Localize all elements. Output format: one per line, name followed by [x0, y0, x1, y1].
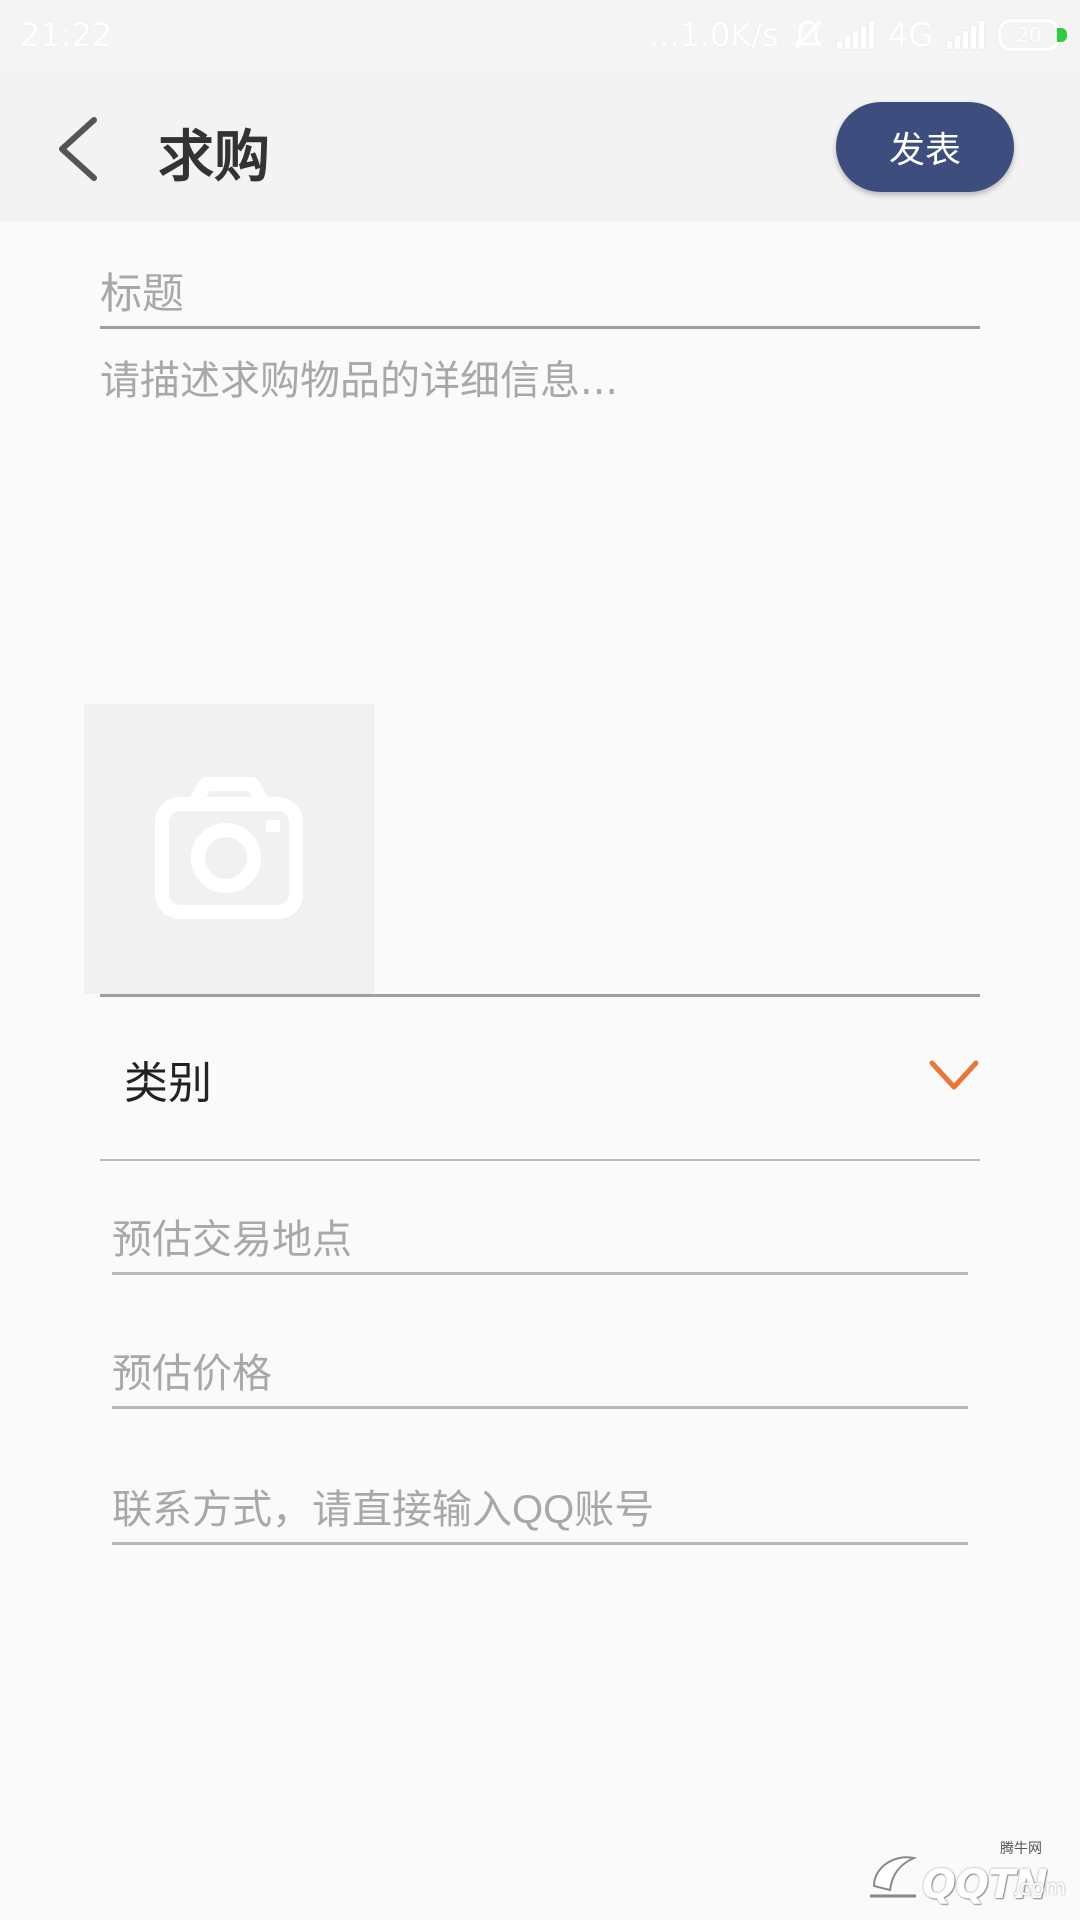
battery-icon: 20 [998, 19, 1067, 51]
battery-level: 20 [1016, 23, 1042, 47]
location-input[interactable] [112, 1208, 968, 1275]
page-title: 求购 [158, 125, 270, 190]
network-type: 4G [887, 16, 933, 54]
watermark-logo-icon [870, 1856, 918, 1898]
description-input[interactable] [100, 348, 980, 668]
status-bar: 21:22 ...1.0K/s 4G 20 [0, 0, 1080, 74]
status-indicators: ...1.0K/s 4G 20 [649, 16, 1067, 54]
category-selector[interactable]: 类别 [100, 997, 980, 1161]
category-label: 类别 [124, 1058, 212, 1109]
chevron-down-icon [929, 1060, 979, 1090]
bell-off-icon [793, 20, 822, 50]
add-photo-button[interactable] [84, 704, 374, 994]
publish-button-label: 发表 [888, 129, 961, 170]
contact-input[interactable] [112, 1478, 968, 1545]
camera-icon [155, 777, 303, 919]
watermark: QQTN 腾牛网 .com [866, 1838, 1066, 1908]
app-bar: 求购 发表 [0, 74, 1080, 222]
chevron-left-icon[interactable] [50, 114, 110, 184]
publish-button[interactable]: 发表 [836, 102, 1014, 192]
signal-icon-1 [836, 21, 874, 49]
price-input[interactable] [112, 1342, 968, 1409]
status-time: 21:22 [20, 16, 113, 54]
net-speed: ...1.0K/s [649, 16, 779, 54]
watermark-small-text: 腾牛网 [1000, 1841, 1042, 1857]
watermark-suffix: .com [1012, 1876, 1066, 1901]
title-input[interactable] [100, 262, 980, 329]
signal-icon-2 [947, 21, 984, 49]
